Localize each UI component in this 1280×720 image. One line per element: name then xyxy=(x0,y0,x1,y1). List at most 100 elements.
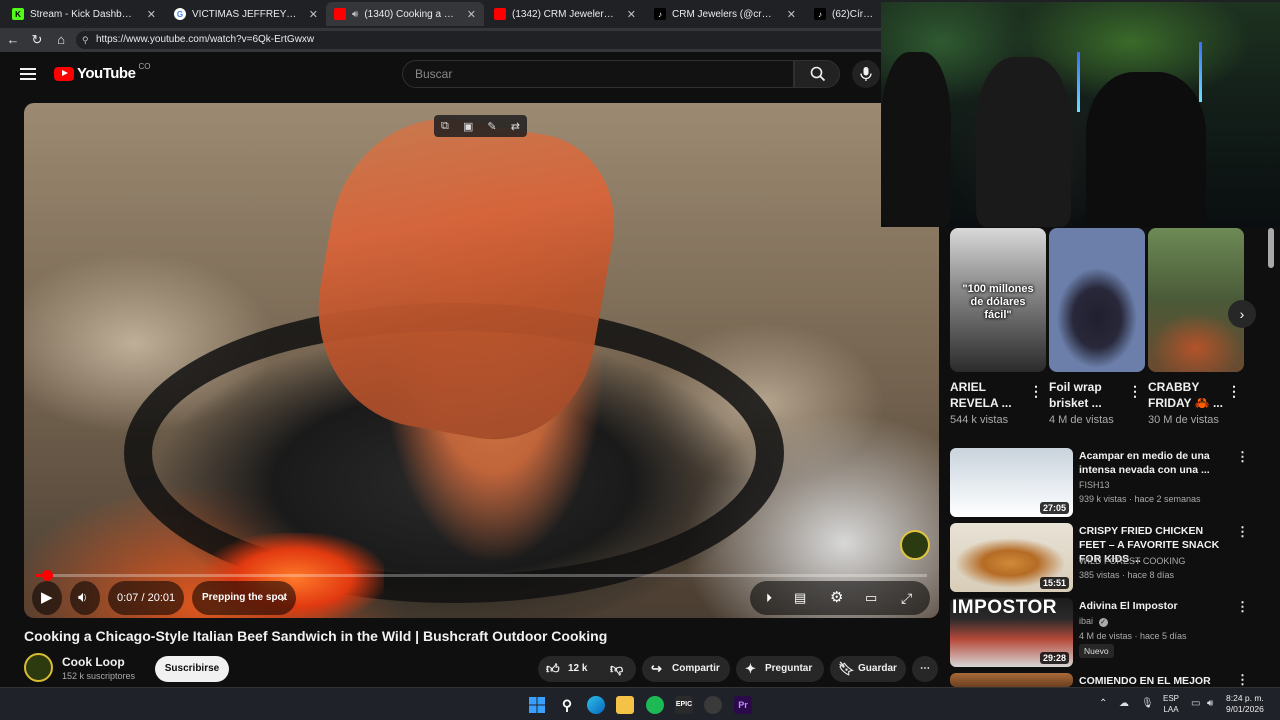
popout-icon[interactable]: ▣ xyxy=(463,120,473,133)
dislike-button[interactable]: 👎︎ xyxy=(602,656,636,682)
google-icon: G xyxy=(174,8,186,20)
youtube-logo[interactable]: YouTube CO xyxy=(54,62,150,82)
epic-games-icon[interactable]: EPIC xyxy=(675,696,693,714)
reload-icon[interactable]: ↻ xyxy=(29,32,45,48)
clock-time: 8:24 p. m. xyxy=(1226,693,1264,703)
menu-icon[interactable] xyxy=(20,68,36,80)
save-label: Guardar xyxy=(858,663,897,674)
related-video-title[interactable]: Adivina El Impostor xyxy=(1079,599,1229,613)
browser-tab[interactable]: K Stream - Kick Dashboard ✕ xyxy=(4,2,164,26)
home-icon[interactable]: ⌂ xyxy=(53,32,69,48)
cloud-icon[interactable]: ☁ xyxy=(1119,698,1129,709)
speaker-icon[interactable]: 🔊︎ xyxy=(352,9,358,20)
input-language[interactable]: ESP LAA xyxy=(1163,693,1179,715)
volume-icon[interactable]: 🔊︎ xyxy=(1207,698,1213,709)
progress-bar[interactable] xyxy=(36,570,927,581)
video-player[interactable]: ⧉ ▣ ✎ ⇄ ▶ 🔉︎ 0:07 / 20:01 Prepping the s… xyxy=(24,103,939,618)
related-video-thumbnail[interactable] xyxy=(950,673,1073,687)
back-icon[interactable]: ← xyxy=(5,32,21,48)
short-thumbnail[interactable] xyxy=(1148,228,1244,372)
short-views: 544 k vistas xyxy=(950,414,1009,426)
short-title[interactable]: Foil wrap brisket ... xyxy=(1049,379,1129,411)
ask-button[interactable]: ✦ Preguntar xyxy=(736,656,824,682)
close-tab-icon[interactable]: ✕ xyxy=(309,8,318,21)
browser-tab-active[interactable]: 🔊︎ (1340) Cooking a Chicago-Sty ✕ xyxy=(326,2,484,26)
related-video-channel[interactable]: ibai ✓ xyxy=(1079,616,1108,627)
address-bar[interactable]: ⚲ https://www.youtube.com/watch?v=6Qk-Er… xyxy=(76,31,896,49)
chevron-up-icon[interactable]: ⌃ xyxy=(1099,698,1107,709)
premiere-pro-icon[interactable]: Pr xyxy=(734,696,752,714)
network-icon[interactable]: ▭ xyxy=(1191,698,1200,709)
close-tab-icon[interactable]: ✕ xyxy=(787,8,796,21)
channel-avatar[interactable] xyxy=(24,653,53,682)
progress-scrubber[interactable] xyxy=(42,570,53,581)
browser-tab[interactable]: ♪ (62)Círculo Cerra xyxy=(806,2,882,26)
related-video-meta: 385 vistas · hace 8 días xyxy=(1079,570,1175,580)
related-video-channel[interactable]: FISH13 xyxy=(1079,480,1110,490)
theater-mode-icon[interactable]: ▭ xyxy=(865,589,877,607)
tiktok-icon: ♪ xyxy=(814,8,826,20)
file-explorer-icon[interactable] xyxy=(616,696,634,714)
save-button[interactable]: 🔖︎ Guardar xyxy=(830,656,906,682)
search-icon xyxy=(810,66,826,82)
video-title: Cooking a Chicago-Style Italian Beef San… xyxy=(24,628,608,644)
short-title[interactable]: CRABBY FRIDAY 🦀 ... xyxy=(1148,379,1228,411)
short-thumbnail[interactable]: "100 millones de dólares fácil" xyxy=(950,228,1046,372)
short-thumbnail-caption: "100 millones de dólares fácil" xyxy=(962,283,1034,321)
edge-browser-icon[interactable] xyxy=(587,696,605,714)
related-video-thumbnail[interactable]: 15:51 xyxy=(950,523,1073,592)
close-tab-icon[interactable]: ✕ xyxy=(147,8,156,21)
picture-in-picture-icon[interactable]: ⧉ xyxy=(441,120,449,133)
related-video-thumbnail[interactable]: 27:05 xyxy=(950,448,1073,517)
search-button[interactable] xyxy=(794,60,840,88)
channel-name[interactable]: Cook Loop xyxy=(62,655,125,669)
more-vertical-icon[interactable]: ⋮ xyxy=(1128,383,1142,400)
tab-title: (62)Círculo Cerra xyxy=(832,8,874,20)
fullscreen-icon[interactable]: ⤢ xyxy=(901,589,912,607)
short-thumbnail[interactable] xyxy=(1049,228,1145,372)
browser-tab[interactable]: ♪ CRM Jewelers (@crmjewelers) | Ti ✕ xyxy=(646,2,804,26)
more-vertical-icon[interactable]: ⋮ xyxy=(1236,599,1249,615)
more-vertical-icon[interactable]: ⋮ xyxy=(1236,524,1249,540)
search-input[interactable]: Buscar xyxy=(402,60,794,88)
share-button[interactable]: ↪ Compartir xyxy=(642,656,730,682)
more-vertical-icon[interactable]: ⋮ xyxy=(1236,449,1249,465)
search-icon[interactable]: ⚲ xyxy=(558,696,576,714)
related-video-thumbnail[interactable]: IMPOSTOR 29:28 xyxy=(950,598,1073,667)
microphone-icon[interactable]: 🎙︎ xyxy=(1141,698,1154,709)
voice-search-button[interactable] xyxy=(852,60,880,88)
browser-tab[interactable]: (1342) CRM Jewelers en Español - ✕ xyxy=(486,2,644,26)
system-clock[interactable]: 8:24 p. m. 9/01/2026 xyxy=(1226,693,1264,715)
related-video-title[interactable]: Acampar en medio de una intensa nevada c… xyxy=(1079,449,1229,477)
channel-watermark[interactable] xyxy=(900,530,930,560)
more-actions-button[interactable]: ⋯ xyxy=(912,656,938,682)
settings-gear-icon[interactable]: ⚙ xyxy=(830,589,843,607)
spotify-icon[interactable] xyxy=(646,696,664,714)
browser-tab[interactable]: G VICTIMAS JEFFREY DAHMER - Bus ✕ xyxy=(166,2,326,26)
notes-icon[interactable]: ✎ xyxy=(487,120,496,133)
shelf-next-button[interactable]: › xyxy=(1228,300,1256,328)
tab-title: VICTIMAS JEFFREY DAHMER - Bus xyxy=(192,8,299,20)
more-vertical-icon[interactable]: ⋮ xyxy=(1236,672,1249,688)
more-vertical-icon[interactable]: ⋮ xyxy=(1029,383,1043,400)
subtitles-icon[interactable]: ▤ xyxy=(794,589,806,607)
windows-start-icon[interactable] xyxy=(528,696,546,714)
subscriber-count: 152 k suscriptores xyxy=(62,671,136,681)
site-info-icon[interactable]: ⚲ xyxy=(82,31,89,49)
close-tab-icon[interactable]: ✕ xyxy=(627,8,636,21)
thumbs-down-icon: 👎︎ xyxy=(610,661,624,676)
autoplay-toggle-icon[interactable]: ⏵ xyxy=(766,589,772,607)
close-tab-icon[interactable]: ✕ xyxy=(467,8,476,21)
subscribe-button[interactable]: Suscribirse xyxy=(155,656,229,682)
obs-icon[interactable] xyxy=(704,696,722,714)
related-video-title[interactable]: COMIENDO EN EL MEJOR xyxy=(1079,674,1229,688)
sidebar-scrollbar[interactable] xyxy=(1268,228,1274,268)
duration-badge: 27:05 xyxy=(1039,502,1069,514)
youtube-icon xyxy=(334,8,346,20)
more-vertical-icon[interactable]: ⋮ xyxy=(1227,383,1241,400)
translate-icon[interactable]: ⇄ xyxy=(511,120,520,133)
related-video-channel[interactable]: WILD FOREST COOKING xyxy=(1079,556,1185,566)
tab-title: (1340) Cooking a Chicago-Sty xyxy=(364,8,457,20)
like-button[interactable]: 👍︎ 12 k xyxy=(538,656,600,682)
short-title[interactable]: ARIEL REVELA ... xyxy=(950,379,1030,411)
